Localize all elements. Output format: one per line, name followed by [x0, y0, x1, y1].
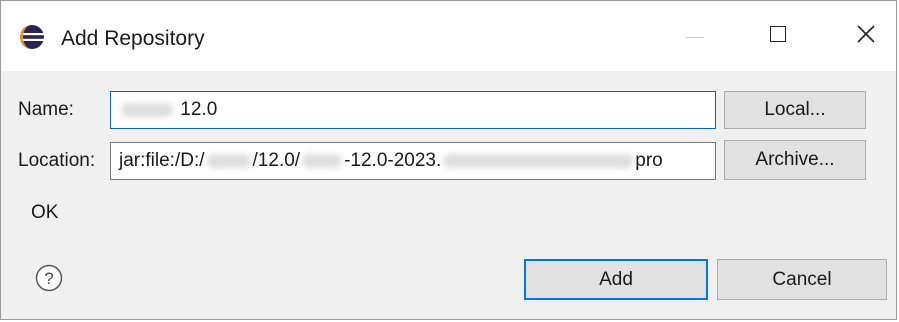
- local-button[interactable]: Local...: [724, 91, 866, 129]
- name-value: 12.0: [180, 99, 218, 120]
- name-input[interactable]: 12.0: [110, 91, 716, 129]
- redacted-text: [121, 102, 173, 117]
- add-button[interactable]: Add: [524, 259, 708, 300]
- cancel-button[interactable]: Cancel: [717, 259, 887, 300]
- add-repository-dialog: Add Repository Name: 12.0 Local... Locat…: [0, 0, 897, 320]
- close-icon: [857, 25, 875, 43]
- svg-text:?: ?: [44, 269, 53, 288]
- redacted-text: [302, 153, 343, 168]
- name-label: Name:: [18, 99, 74, 120]
- help-icon[interactable]: ?: [35, 264, 63, 292]
- location-input[interactable]: jar:file:/D:/ /12.0/ -12.0-2023. pro: [110, 142, 716, 180]
- window-title: Add Repository: [61, 27, 205, 50]
- minimize-button[interactable]: [671, 15, 719, 55]
- eclipse-icon: [20, 25, 44, 49]
- location-text-part: pro: [635, 150, 663, 171]
- location-text-part: jar:file:/D:/: [119, 150, 205, 171]
- location-label: Location:: [18, 150, 96, 171]
- location-text-part: -12.0-2023.: [344, 150, 442, 171]
- redacted-text: [206, 153, 251, 168]
- title-bar: Add Repository: [1, 1, 896, 71]
- redacted-text: [443, 153, 634, 168]
- status-message: OK: [31, 202, 59, 223]
- archive-button[interactable]: Archive...: [724, 140, 866, 180]
- close-button[interactable]: [842, 15, 890, 55]
- location-text-part: /12.0/: [252, 150, 301, 171]
- maximize-button[interactable]: [754, 15, 802, 55]
